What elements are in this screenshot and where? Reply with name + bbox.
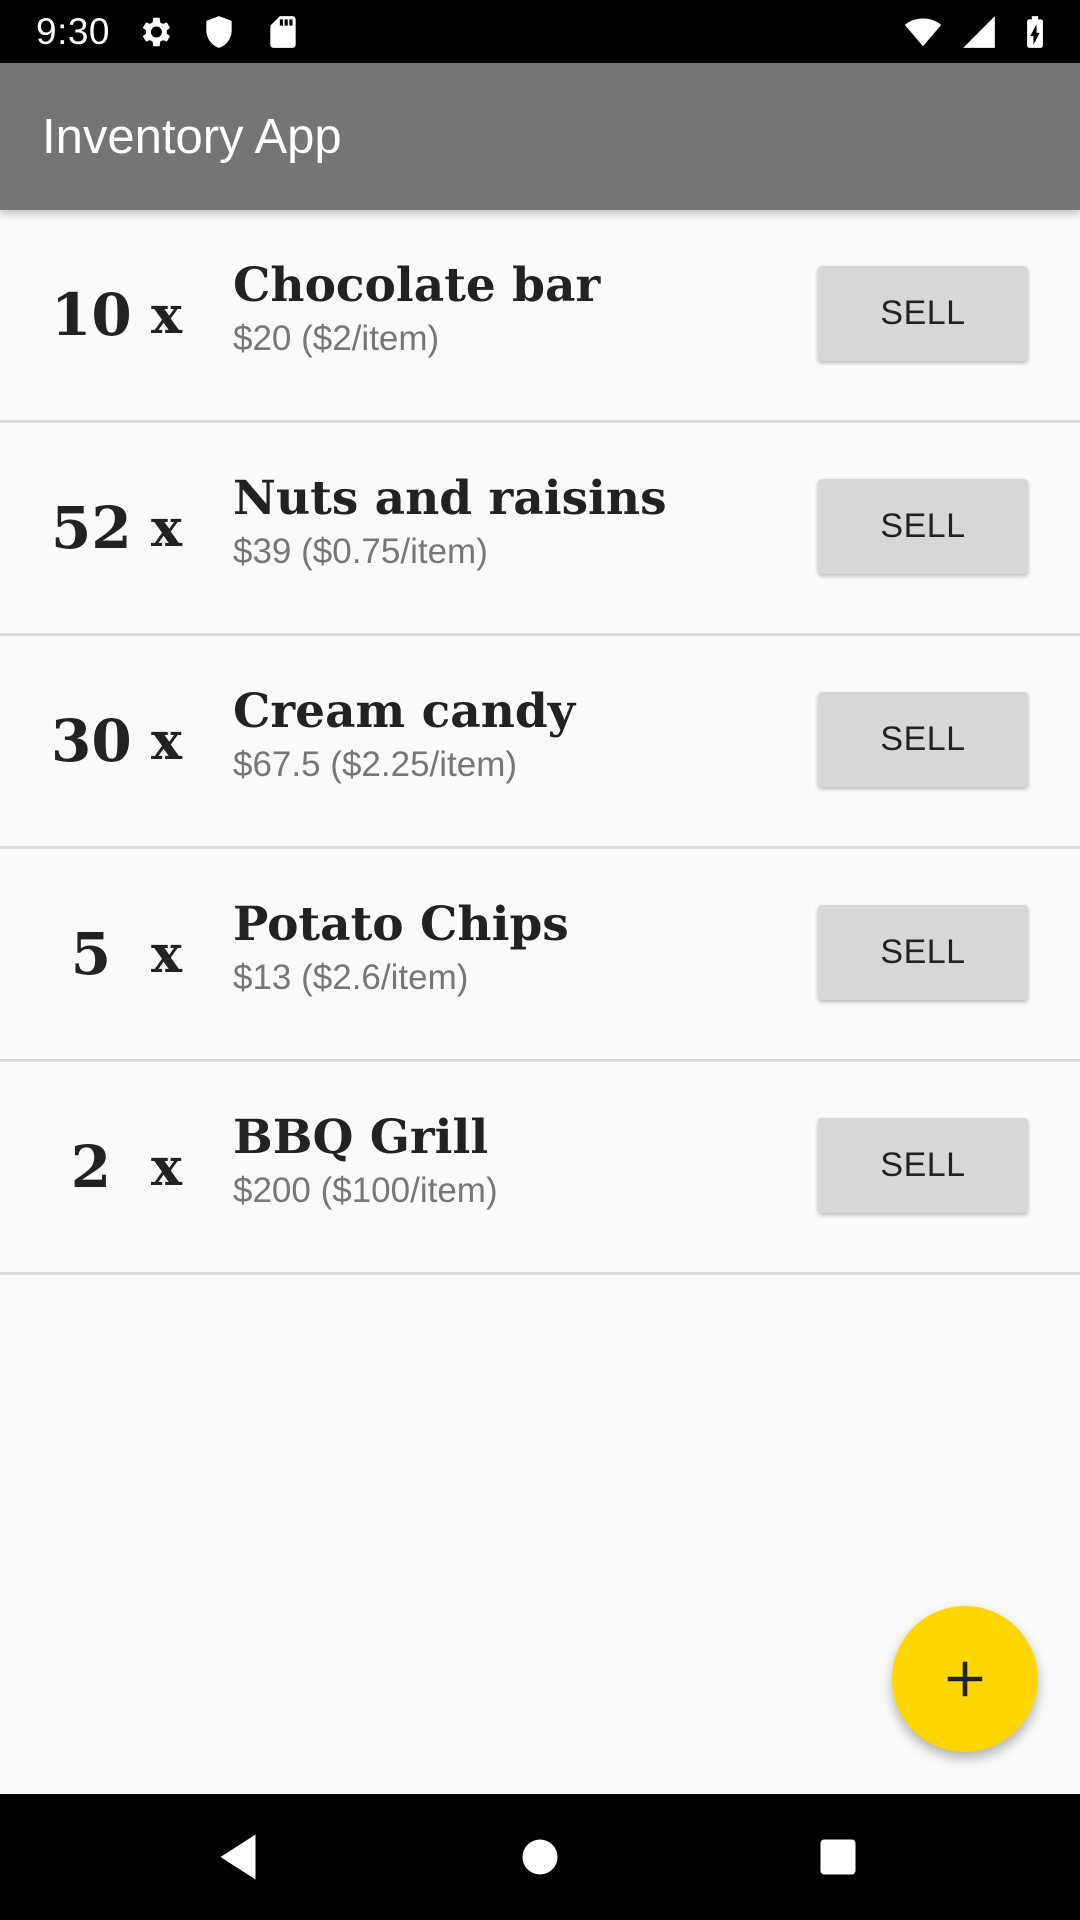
app-bar: Inventory App — [0, 63, 1080, 210]
quantity-multiplier: x — [150, 923, 182, 985]
item-info: Potato Chips $13 ($2.6/item) — [233, 897, 569, 998]
navigation-bar — [0, 1794, 1080, 1920]
recents-icon[interactable] — [808, 1827, 868, 1887]
screen: 9:30 Inventory App 10 x Chocolate bar $2… — [0, 0, 1080, 1920]
add-item-button[interactable] — [892, 1606, 1038, 1752]
item-info: BBQ Grill $200 ($100/item) — [233, 1110, 498, 1211]
item-quantity: 2 x — [0, 1062, 190, 1272]
sell-button[interactable]: SELL — [818, 1118, 1028, 1213]
quantity-number: 5 — [70, 920, 112, 988]
item-quantity: 10 x — [0, 210, 190, 420]
cell-signal-icon — [960, 13, 998, 51]
item-price: $20 ($2/item) — [233, 319, 440, 358]
list-item[interactable]: 30 x Cream candy $67.5 ($2.25/item) SELL — [0, 636, 1080, 849]
list-item[interactable]: 52 x Nuts and raisins $39 ($0.75/item) S… — [0, 423, 1080, 636]
quantity-number: 10 — [50, 281, 132, 349]
item-price: $39 ($0.75/item) — [233, 532, 488, 571]
list-item[interactable]: 2 x BBQ Grill $200 ($100/item) SELL — [0, 1062, 1080, 1275]
item-price: $67.5 ($2.25/item) — [233, 745, 518, 784]
quantity-number: 2 — [70, 1133, 112, 1201]
sell-button[interactable]: SELL — [818, 905, 1028, 1000]
sell-button[interactable]: SELL — [818, 266, 1028, 361]
item-price: $13 ($2.6/item) — [233, 958, 469, 997]
wifi-icon — [904, 13, 942, 51]
status-right — [904, 13, 1054, 51]
quantity-multiplier: x — [150, 497, 182, 559]
list-item[interactable]: 10 x Chocolate bar $20 ($2/item) SELL — [0, 210, 1080, 423]
item-info: Nuts and raisins $39 ($0.75/item) — [233, 471, 667, 572]
plus-icon — [942, 1656, 988, 1702]
shield-icon — [200, 13, 238, 51]
quantity-multiplier: x — [150, 284, 182, 346]
sell-button[interactable]: SELL — [818, 692, 1028, 787]
gear-icon — [136, 13, 174, 51]
item-name: BBQ Grill — [233, 1110, 489, 1165]
item-price: $200 ($100/item) — [233, 1171, 498, 1210]
inventory-list: 10 x Chocolate bar $20 ($2/item) SELL 52… — [0, 210, 1080, 1275]
item-quantity: 5 x — [0, 849, 190, 1059]
sd-card-icon — [264, 13, 302, 51]
battery-charging-icon — [1016, 13, 1054, 51]
status-bar: 9:30 — [0, 0, 1080, 63]
item-name: Nuts and raisins — [233, 471, 667, 526]
item-info: Chocolate bar $20 ($2/item) — [233, 258, 600, 359]
item-quantity: 30 x — [0, 636, 190, 846]
item-name: Potato Chips — [233, 897, 569, 952]
quantity-number: 30 — [50, 707, 132, 775]
item-info: Cream candy $67.5 ($2.25/item) — [233, 684, 575, 785]
back-icon[interactable] — [208, 1827, 268, 1887]
quantity-multiplier: x — [150, 1136, 182, 1198]
item-name: Cream candy — [233, 684, 576, 739]
app-title: Inventory App — [42, 109, 342, 164]
item-name: Chocolate bar — [233, 258, 601, 313]
home-icon[interactable] — [510, 1827, 570, 1887]
sell-button[interactable]: SELL — [818, 479, 1028, 574]
quantity-multiplier: x — [150, 710, 182, 772]
status-left: 9:30 — [36, 11, 302, 53]
item-quantity: 52 x — [0, 423, 190, 633]
list-item[interactable]: 5 x Potato Chips $13 ($2.6/item) SELL — [0, 849, 1080, 1062]
status-time: 9:30 — [36, 10, 111, 52]
quantity-number: 52 — [50, 494, 132, 562]
